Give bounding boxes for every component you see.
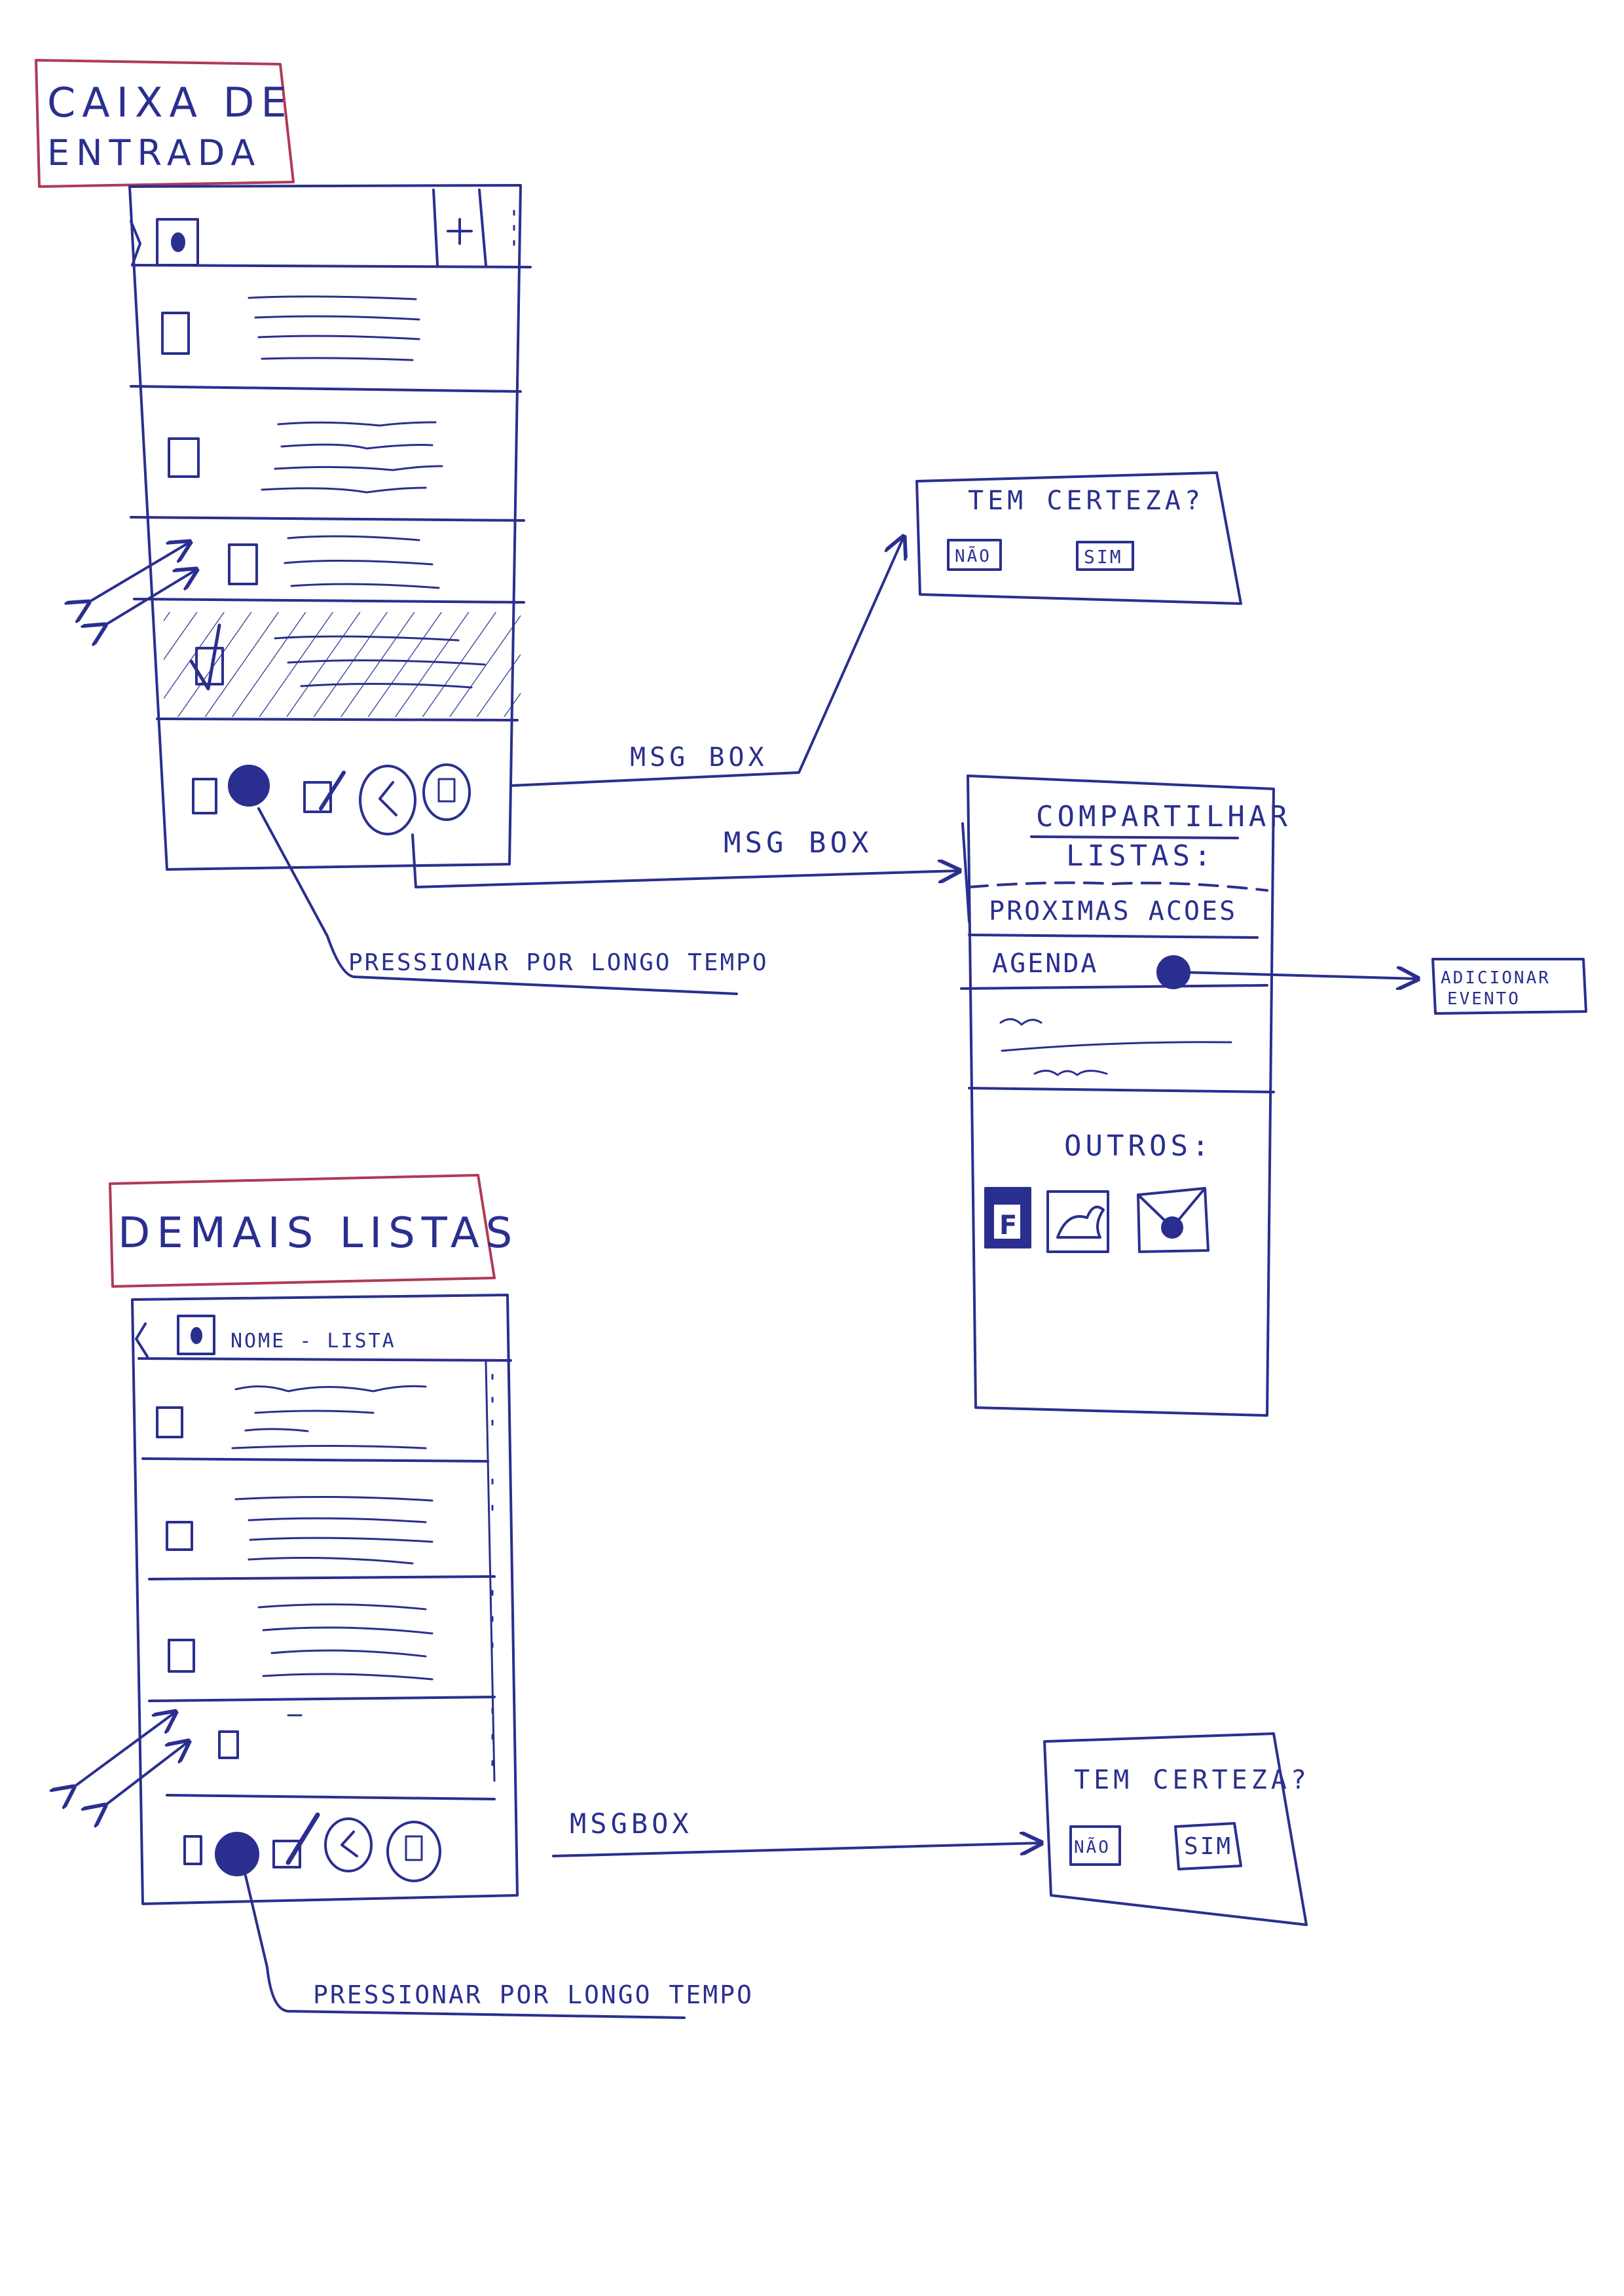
share-item-agenda[interactable]: AGENDA — [992, 949, 1099, 979]
msgbox-arrow — [411, 833, 959, 888]
confirm-question: TEM CERTEZA? — [1074, 1765, 1310, 1795]
inbox-screen — [128, 184, 532, 871]
checkbox-icon[interactable] — [156, 1406, 183, 1438]
selected-list-item[interactable] — [164, 612, 521, 717]
list-item[interactable] — [156, 1385, 427, 1449]
confirm-question: TEM CERTEZA? — [968, 486, 1204, 516]
other-lists-title: DEMAIS LISTAS — [118, 1209, 519, 1258]
dot-icon[interactable] — [228, 765, 270, 807]
add-event-label-line1[interactable]: ADICIONAR — [1441, 968, 1551, 988]
inbox-screen-frame — [128, 184, 522, 871]
list-item[interactable] — [228, 535, 440, 589]
share-item-next-actions[interactable]: PROXIMAS ACOES — [989, 896, 1237, 926]
list-item[interactable] — [168, 421, 443, 494]
checkbox-icon[interactable] — [192, 778, 217, 814]
share-icon[interactable] — [359, 765, 416, 835]
list-name: NOME - LISTA — [231, 1330, 396, 1353]
dot-icon[interactable] — [215, 1832, 259, 1876]
list-item[interactable] — [168, 1603, 434, 1681]
text-placeholder-lines — [261, 421, 443, 494]
yes-button[interactable]: SIM — [1084, 546, 1123, 568]
delete-icon[interactable] — [386, 1821, 441, 1882]
checkbox-icon[interactable] — [168, 437, 200, 478]
list-item[interactable] — [161, 295, 420, 361]
yes-button[interactable]: SIM — [1184, 1833, 1232, 1860]
add-icon[interactable] — [447, 218, 473, 245]
add-event-label-line2[interactable]: EVENTO — [1447, 989, 1521, 1009]
add-event-arrow — [1181, 972, 1418, 979]
swipe-gesture-icon — [73, 1712, 189, 1806]
msgbox-label: MSG BOX — [724, 826, 872, 860]
avatar-icon[interactable] — [177, 1315, 215, 1355]
share-subtitle: LISTAS: — [1066, 839, 1215, 873]
checkbox-icon[interactable] — [168, 1639, 195, 1673]
inbox-action-toolbar — [192, 763, 471, 835]
facebook-letter: F — [999, 1211, 1017, 1241]
list-item[interactable] — [218, 1714, 303, 1759]
avatar-icon[interactable] — [156, 218, 199, 266]
back-icon[interactable] — [135, 1322, 149, 1358]
delete-icon[interactable] — [422, 763, 471, 821]
msgbox-arrow — [552, 1843, 1041, 1857]
checkbox-icon[interactable] — [218, 1730, 239, 1759]
text-placeholder-lines — [248, 295, 420, 361]
no-button[interactable]: NÃO — [955, 545, 991, 566]
checkbox-icon[interactable] — [228, 543, 258, 585]
wireframe-sketch: CAIXA DE ENTRADA MSG BOX MSG BOX PRESSIO… — [35, 59, 1587, 2019]
email-envelope-icon[interactable] — [1137, 1187, 1209, 1253]
confirm-dialog — [1043, 1732, 1308, 1926]
long-press-label: PRESSIONAR POR LONGO TEMPO — [313, 1980, 754, 2009]
msgbox-label: MSG BOX — [630, 742, 768, 773]
share-others-label: OUTROS: — [1064, 1129, 1213, 1163]
inbox-title-line2: ENTRADA — [47, 132, 261, 173]
long-press-label: PRESSIONAR POR LONGO TEMPO — [348, 949, 769, 976]
checkbox-icon[interactable] — [161, 312, 190, 355]
share-title: COMPARTILHAR — [1036, 800, 1291, 833]
edit-icon[interactable] — [272, 1812, 320, 1868]
list-item[interactable] — [166, 1495, 434, 1565]
inbox-title-line1: CAIXA DE — [47, 79, 293, 126]
text-placeholder-lines — [284, 535, 440, 589]
twitter-bird-icon[interactable] — [1046, 1190, 1109, 1253]
checkbox-icon[interactable] — [166, 1521, 193, 1551]
checkbox-icon[interactable] — [183, 1835, 202, 1865]
share-icon[interactable] — [324, 1817, 373, 1872]
list-screen — [131, 1294, 519, 1905]
edit-icon[interactable] — [303, 771, 346, 813]
list-action-toolbar — [183, 1812, 441, 1882]
no-button[interactable]: NÃO — [1074, 1836, 1111, 1857]
msgbox-label: MSGBOX — [570, 1808, 693, 1840]
